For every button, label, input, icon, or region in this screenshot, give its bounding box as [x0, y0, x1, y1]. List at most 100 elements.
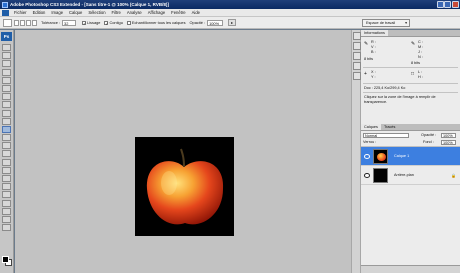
contigu-checkbox[interactable]: [104, 20, 109, 25]
layer-row-calque-1[interactable]: Calque 1: [361, 147, 460, 166]
magic-eraser-tool[interactable]: [2, 125, 11, 133]
layer-opacity-input[interactable]: 100%: [441, 133, 456, 138]
menu-selection[interactable]: Sélection: [85, 10, 108, 15]
title-bar: Adobe Photoshop CS3 Extended - [Sans tit…: [0, 0, 460, 9]
minimize-button[interactable]: [437, 1, 444, 8]
divider: [363, 83, 458, 84]
v-label: V :: [371, 45, 376, 49]
selection-mode-intersect[interactable]: [32, 19, 37, 26]
history-brush-tool[interactable]: [2, 117, 11, 125]
menu-image[interactable]: Image: [48, 10, 66, 15]
brush-tool[interactable]: [2, 101, 11, 109]
color-panel-icon[interactable]: [353, 52, 361, 60]
j-label: J :: [418, 50, 423, 54]
eye-icon[interactable]: [364, 173, 370, 178]
quick-selection-tool[interactable]: [2, 68, 11, 76]
menu-bar: Fichier Edition Image Calque Sélection F…: [0, 9, 460, 17]
info-panel-tabs: Informations: [361, 30, 460, 37]
tools-panel: Ps: [0, 30, 14, 273]
clone-stamp-tool[interactable]: [2, 109, 11, 117]
type-tool[interactable]: [2, 166, 11, 174]
foreground-color-swatch[interactable]: [2, 256, 9, 263]
info-panel: ✎ R : V : B : 8 bits ✎ C : M : J : N : 8…: [361, 37, 460, 125]
dodge-tool[interactable]: [2, 150, 11, 158]
refine-edge-button[interactable]: ▸: [228, 19, 237, 26]
n-label: N :: [418, 55, 423, 59]
dimension-icon: □: [411, 71, 415, 77]
layers-footer: [361, 265, 460, 273]
tolerance-input[interactable]: 32: [62, 19, 77, 26]
marquee-tool[interactable]: [2, 52, 11, 60]
menu-aide[interactable]: Aide: [189, 10, 203, 15]
workspace-button[interactable]: Espace de travail: [362, 19, 410, 27]
blur-tool[interactable]: [2, 142, 11, 150]
zoom-tool[interactable]: [2, 224, 11, 232]
menu-calque[interactable]: Calque: [66, 10, 85, 15]
ps-menu-icon[interactable]: [2, 9, 9, 16]
lasso-tool[interactable]: [2, 60, 11, 68]
tolerance-label: Tolérance :: [41, 20, 61, 25]
lissage-label: Lissage: [87, 20, 101, 25]
opacity-input[interactable]: 100%: [207, 19, 224, 26]
crop-tool[interactable]: [2, 76, 11, 84]
menu-affichage[interactable]: Affichage: [145, 10, 168, 15]
3d-rotate-tool[interactable]: [2, 191, 11, 199]
move-tool[interactable]: [2, 44, 11, 51]
tab-traces[interactable]: Tracés: [380, 124, 399, 130]
window-title: Adobe Photoshop CS3 Extended - [Sans tit…: [10, 2, 169, 7]
styles-panel-icon[interactable]: [353, 72, 361, 80]
document-canvas[interactable]: [135, 137, 234, 236]
blend-mode-select[interactable]: Normal: [363, 133, 409, 138]
eyedropper-tool[interactable]: [2, 207, 11, 215]
swatches-panel-icon[interactable]: [353, 62, 361, 70]
actions-panel-icon[interactable]: [353, 42, 361, 50]
fill-input[interactable]: 100%: [441, 140, 456, 145]
eye-icon[interactable]: [364, 154, 370, 159]
layer-row-arriere-plan[interactable]: Arrière-plan 🔒: [361, 166, 460, 185]
canvas-area[interactable]: [15, 30, 351, 273]
gradient-tool[interactable]: [2, 134, 11, 142]
selection-mode-add[interactable]: [20, 19, 25, 26]
shape-tool[interactable]: [2, 183, 11, 191]
path-selection-tool[interactable]: [2, 175, 11, 182]
maximize-button[interactable]: [444, 1, 451, 8]
w-label: L :: [418, 70, 423, 74]
panel-dock: [351, 30, 361, 273]
right-panels: Informations ✎ R : V : B : 8 bits ✎ C : …: [361, 30, 460, 273]
ps-logo: Ps: [1, 32, 12, 41]
menu-fichier[interactable]: Fichier: [11, 10, 30, 15]
bits-left: 8 bits: [364, 57, 374, 61]
menu-analyse[interactable]: Analyse: [124, 10, 145, 15]
y-label: Y :: [371, 75, 376, 79]
sample-all-layers-label: Echantillonner tous les calques: [131, 20, 186, 25]
fill-label: Fond :: [423, 140, 434, 144]
notes-tool[interactable]: [2, 199, 11, 207]
divider: [363, 67, 458, 68]
pen-tool[interactable]: [2, 158, 11, 166]
layers-panel: Calques Tracés Normal Opacité : 100% Ver…: [361, 124, 460, 273]
layer-opacity-label: Opacité :: [421, 133, 437, 137]
m-label: M :: [418, 45, 424, 49]
lissage-checkbox[interactable]: [82, 20, 87, 25]
close-button[interactable]: [452, 1, 459, 8]
layer-name: Calque 1: [394, 154, 410, 158]
healing-brush-tool[interactable]: [2, 93, 11, 101]
r-label: R :: [371, 40, 376, 44]
menu-edition[interactable]: Edition: [30, 10, 49, 15]
tool-preset-picker[interactable]: [3, 18, 12, 27]
divider: [363, 92, 458, 93]
selection-mode-new[interactable]: [14, 19, 19, 26]
layer-thumbnail: [373, 149, 388, 164]
tab-calques[interactable]: Calques: [361, 124, 381, 130]
tab-informations[interactable]: Informations: [361, 30, 388, 36]
sample-all-layers-checkbox[interactable]: [126, 20, 131, 25]
doc-size-info: Doc : 225,4 Ko/299,4 Ko: [364, 86, 406, 90]
c-label: C :: [418, 40, 423, 44]
menu-filtre[interactable]: Filtre: [109, 10, 124, 15]
history-panel-icon[interactable]: [353, 32, 361, 40]
hand-tool[interactable]: [2, 215, 11, 223]
menu-fenetre[interactable]: Fenêtre: [168, 10, 188, 15]
selection-mode-subtract[interactable]: [26, 19, 31, 26]
layers-panel-tabs: Calques Tracés: [361, 124, 460, 131]
slice-tool[interactable]: [2, 84, 11, 92]
